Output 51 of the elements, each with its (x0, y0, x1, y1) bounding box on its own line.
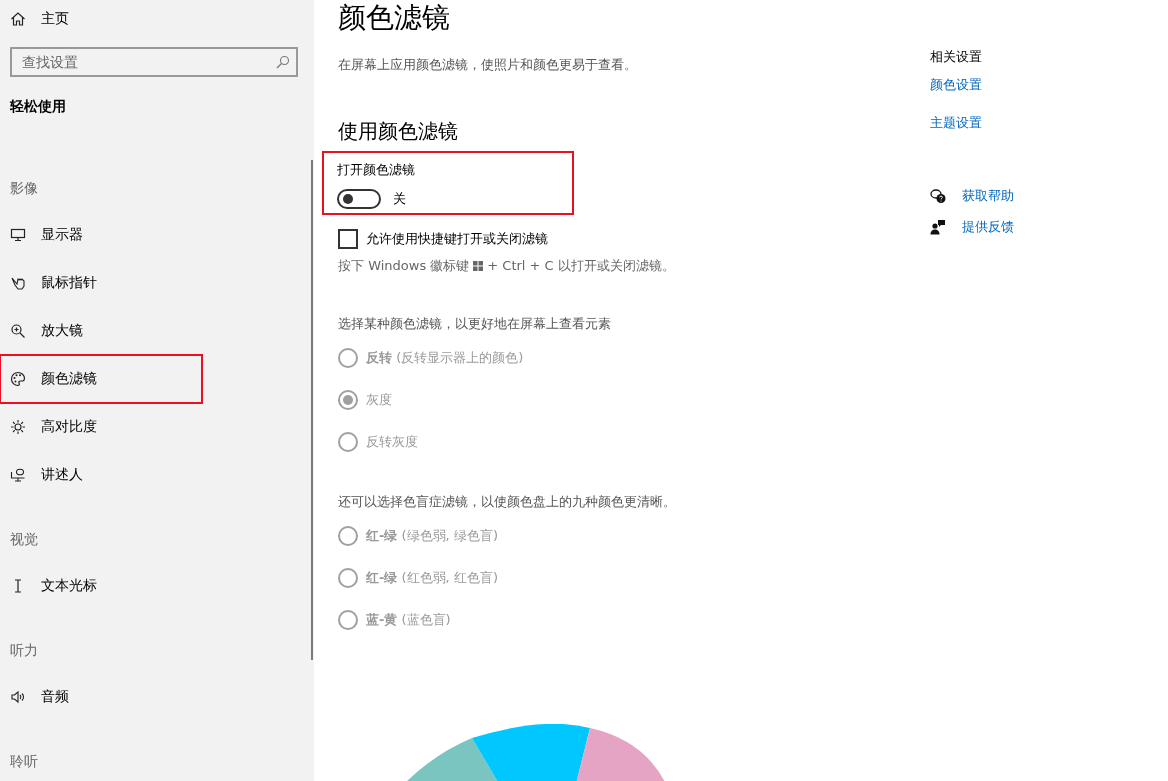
help-link[interactable]: 提供反馈 (962, 217, 1014, 236)
toggle-state: 关 (393, 190, 406, 208)
settings-link[interactable]: 颜色设置 (930, 76, 982, 94)
page-description: 在屏幕上应用颜色滤镜，使照片和颜色更易于查看。 (338, 56, 638, 74)
radio-label: 蓝-黄 (蓝色盲) (366, 611, 451, 629)
section-heading: 听力 (9, 641, 39, 660)
filter-intro: 选择某种颜色滤镜，以更好地在屏幕上查看元素 (338, 315, 612, 333)
magnifier-icon (10, 323, 26, 339)
sidebar-item[interactable]: 鼠标指针 (0, 259, 314, 307)
section-title: 使用颜色滤镜 (338, 118, 459, 145)
radio-label: 红-绿 (绿色弱, 绿色盲) (366, 527, 498, 545)
sidebar-item[interactable]: 颜色滤镜 (0, 355, 202, 403)
radio-label: 灰度 (366, 391, 392, 409)
sun-icon (10, 419, 26, 435)
sidebar-item[interactable]: 音频 (0, 673, 314, 721)
sidebar-item[interactable]: 高对比度 (0, 403, 314, 451)
scrollbar[interactable] (311, 160, 313, 660)
toggle-switch[interactable] (337, 189, 381, 209)
colorblind-intro: 还可以选择色盲症滤镜，以使颜色盘上的九种颜色更清晰。 (338, 493, 677, 511)
settings-link[interactable]: 主题设置 (930, 114, 982, 132)
checkbox[interactable] (338, 229, 358, 249)
toggle-label: 打开颜色滤镜 (337, 161, 416, 179)
sidebar-item[interactable]: 讲述人 (0, 451, 314, 499)
sidebar-item[interactable]: 放大镜 (0, 307, 314, 355)
search-icon (276, 55, 290, 69)
sidebar-heading: 轻松使用 (9, 97, 67, 116)
sidebar-item[interactable]: 显示器 (0, 211, 314, 259)
monitor-icon (10, 227, 26, 243)
page-title: 颜色滤镜 (338, 0, 451, 36)
speaker-icon (10, 689, 26, 705)
search-field[interactable]: 查找设置 (10, 47, 298, 77)
related-settings-title: 相关设置 (930, 48, 983, 66)
hint-text: + Ctrl + C 以打开或关闭滤镜。 (487, 257, 675, 275)
section-heading: 视觉 (9, 530, 39, 549)
windows-logo-icon (473, 261, 484, 271)
radio-label: 反转灰度 (366, 433, 418, 451)
checkbox-label: 允许使用快捷键打开或关闭滤镜 (366, 230, 548, 248)
radio-label: 反转 (反转显示器上的颜色) (366, 349, 524, 367)
section-heading: 影像 (9, 179, 39, 198)
home-icon (10, 11, 26, 27)
sidebar-item[interactable]: 文本光标 (0, 562, 314, 610)
speech-bubble-icon (10, 467, 26, 483)
feedback-icon (930, 218, 946, 235)
hint-text: 按下 Windows 徽标键 (338, 257, 470, 275)
home-nav-item[interactable]: 主页 (0, 0, 314, 38)
help-link[interactable]: 获取帮助 (962, 186, 1014, 205)
palette-icon (10, 371, 26, 387)
help-icon (930, 187, 946, 204)
radio-label: 红-绿 (红色弱, 红色盲) (366, 569, 498, 587)
hand-pointer-icon (10, 275, 26, 291)
section-heading: 聆听 (9, 752, 39, 771)
